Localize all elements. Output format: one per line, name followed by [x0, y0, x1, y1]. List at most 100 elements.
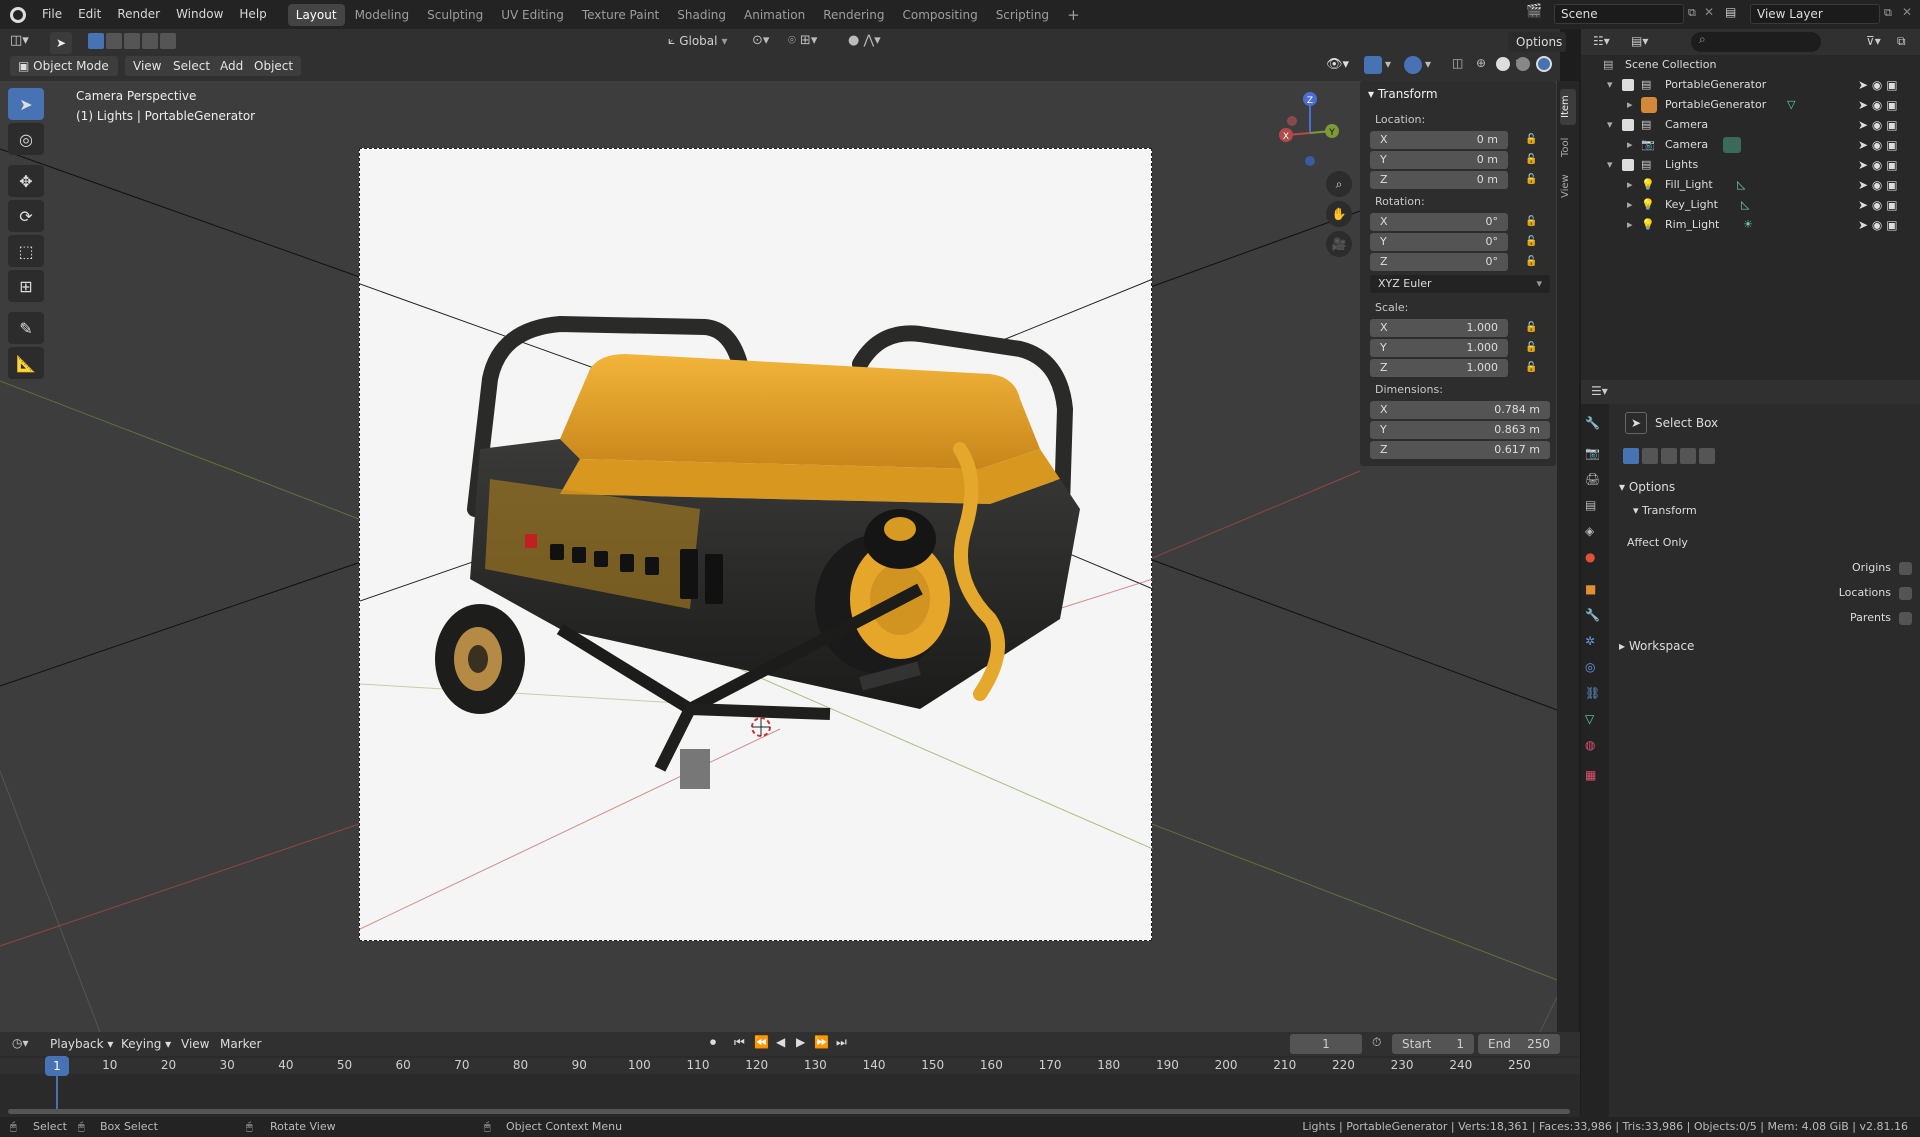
area-light-data-icon[interactable]: ◺: [1741, 198, 1749, 211]
rotation-x-field[interactable]: X 0°: [1370, 213, 1508, 231]
3d-viewport[interactable]: Camera Perspective (1) Lights | Portable…: [0, 81, 1560, 1032]
navigation-gizmo[interactable]: Z Y X: [1268, 87, 1342, 171]
remove-view-layer-icon[interactable]: ✕: [1902, 5, 1912, 19]
pan-hand-icon[interactable]: ✋: [1326, 201, 1352, 227]
tool-tab-icon[interactable]: 🔧: [1585, 416, 1600, 430]
next-keyframe-icon[interactable]: ⏩: [814, 1035, 829, 1049]
lock-icon[interactable]: 🔓: [1525, 342, 1537, 354]
end-frame-field[interactable]: End 250: [1478, 1034, 1560, 1054]
timeline-scrollbar[interactable]: [8, 1109, 1570, 1114]
lock-icon[interactable]: 🔓: [1525, 362, 1537, 374]
mesh-data-icon[interactable]: ▽: [1787, 98, 1795, 111]
physics-tab-icon[interactable]: ◎: [1585, 660, 1595, 674]
tab-tool[interactable]: Tool: [1560, 131, 1576, 163]
tab-view[interactable]: View: [1560, 169, 1576, 203]
transform-subpanel-header[interactable]: ▾ Transform: [1633, 504, 1697, 517]
particles-tab-icon[interactable]: ✲: [1585, 634, 1595, 648]
origins-checkbox[interactable]: [1899, 562, 1912, 575]
menu-file[interactable]: File: [34, 0, 70, 29]
proportional-edit-icon[interactable]: ● ⋀▾: [848, 33, 881, 48]
location-z-field[interactable]: Z 0 m: [1370, 171, 1508, 189]
scale-z-field[interactable]: Z 1.000: [1370, 359, 1508, 377]
tab-animation[interactable]: Animation: [736, 4, 813, 26]
wireframe-shading-icon[interactable]: ⊕: [1476, 56, 1486, 70]
options-dropdown[interactable]: Options ▾: [1508, 32, 1566, 69]
jump-start-icon[interactable]: ⏮: [734, 1035, 745, 1050]
area-light-data-icon[interactable]: ◺: [1737, 178, 1745, 191]
rotation-z-field[interactable]: Z 0°: [1370, 253, 1508, 271]
mode-selector[interactable]: ▣ Object Mode ▾: [10, 56, 118, 93]
mode-invert-icon[interactable]: [142, 33, 158, 49]
parents-checkbox[interactable]: [1899, 612, 1912, 625]
expand-icon[interactable]: ▸: [1627, 218, 1633, 231]
zoom-icon[interactable]: ⌕: [1326, 171, 1352, 197]
expand-icon[interactable]: ▾: [1607, 78, 1613, 91]
scene-tab-icon[interactable]: ◈: [1585, 524, 1594, 538]
display-mode-icon[interactable]: ▤▾: [1631, 34, 1648, 48]
cursor-tool-icon[interactable]: ◎: [8, 123, 44, 155]
measure-tool-icon[interactable]: 📐: [8, 347, 44, 379]
camera-view-icon[interactable]: 🎥: [1326, 231, 1352, 257]
editor-type-icon[interactable]: ◫▾: [10, 33, 42, 53]
world-tab-icon[interactable]: ●: [1585, 550, 1595, 564]
dimensions-x-field[interactable]: X 0.784 m: [1370, 401, 1550, 419]
eye-icon[interactable]: ◉: [1872, 198, 1882, 212]
annotate-tool-icon[interactable]: ✎: [8, 312, 44, 344]
checkbox-icon[interactable]: [1622, 119, 1634, 131]
mode-invert-icon[interactable]: [1680, 448, 1696, 464]
expand-icon[interactable]: ▸: [1627, 178, 1633, 191]
transform-orientation[interactable]: ⟀ Global ▾: [668, 33, 728, 48]
dimensions-y-field[interactable]: Y 0.863 m: [1370, 421, 1550, 439]
playhead-line[interactable]: [56, 1076, 58, 1111]
record-icon[interactable]: ⏺: [710, 1035, 716, 1050]
eye-icon[interactable]: ◉: [1872, 178, 1882, 192]
render-camera-icon[interactable]: ▣: [1886, 78, 1897, 92]
rotate-tool-icon[interactable]: ⟳: [8, 200, 44, 232]
tab-sculpting[interactable]: Sculpting: [419, 4, 491, 26]
prev-keyframe-icon[interactable]: ⏪: [754, 1035, 769, 1049]
play-reverse-icon[interactable]: ◀: [776, 1035, 785, 1049]
menu-keying[interactable]: Keying ▾: [113, 1034, 179, 1054]
play-icon[interactable]: ▶: [796, 1035, 805, 1049]
snap-icon[interactable]: ⌾ ⊞▾: [788, 33, 817, 48]
render-camera-icon[interactable]: ▣: [1886, 218, 1897, 232]
render-tab-icon[interactable]: 📷: [1585, 446, 1600, 460]
data-tab-icon[interactable]: ▽: [1585, 712, 1594, 726]
expand-icon[interactable]: ▾: [1607, 158, 1613, 171]
render-camera-icon[interactable]: ▣: [1886, 198, 1897, 212]
menu-marker[interactable]: Marker: [212, 1034, 269, 1054]
pivot-point-icon[interactable]: ⊙▾: [752, 33, 769, 48]
mode-intersect-icon[interactable]: [1699, 448, 1715, 464]
new-collection-icon[interactable]: ⧉: [1897, 34, 1906, 49]
remove-scene-icon[interactable]: ✕: [1704, 5, 1714, 19]
eye-icon[interactable]: ◉: [1872, 158, 1882, 172]
tab-shading[interactable]: Shading: [669, 4, 734, 26]
visibility-icon[interactable]: 👁▾: [1326, 57, 1349, 72]
tab-compositing[interactable]: Compositing: [894, 4, 985, 26]
expand-icon[interactable]: ▸: [1627, 98, 1633, 111]
rotation-mode-dropdown[interactable]: XYZ Euler ▾: [1370, 275, 1550, 293]
scale-y-field[interactable]: Y 1.000: [1370, 339, 1508, 357]
material-tab-icon[interactable]: ◍: [1585, 738, 1595, 752]
menu-view[interactable]: View: [173, 1034, 217, 1054]
eye-icon[interactable]: ◉: [1872, 218, 1882, 232]
texture-tab-icon[interactable]: ▦: [1585, 768, 1596, 782]
menu-edit[interactable]: Edit: [70, 0, 109, 29]
tab-scripting[interactable]: Scripting: [988, 4, 1057, 26]
outliner-editor-icon[interactable]: ☷▾: [1593, 34, 1610, 48]
new-scene-icon[interactable]: ⧉: [1688, 6, 1696, 20]
jump-end-icon[interactable]: ⏭: [836, 1035, 847, 1050]
lock-icon[interactable]: 🔓: [1525, 134, 1537, 146]
expand-icon[interactable]: ▸: [1627, 138, 1633, 151]
expand-icon[interactable]: ▾: [1607, 118, 1613, 131]
menu-view[interactable]: View: [125, 56, 170, 76]
view-layer-tab-icon[interactable]: ▤: [1585, 498, 1596, 512]
mode-intersect-icon[interactable]: [160, 33, 176, 49]
selectable-icon[interactable]: ➤: [1858, 198, 1868, 212]
checkbox-icon[interactable]: [1622, 79, 1634, 91]
selectable-icon[interactable]: ➤: [1858, 178, 1868, 192]
lock-icon[interactable]: 🔓: [1525, 216, 1537, 228]
eye-icon[interactable]: ◉: [1872, 98, 1882, 112]
gizmo-toggle-icon[interactable]: [1364, 56, 1382, 74]
mode-extend-icon[interactable]: [106, 33, 122, 49]
